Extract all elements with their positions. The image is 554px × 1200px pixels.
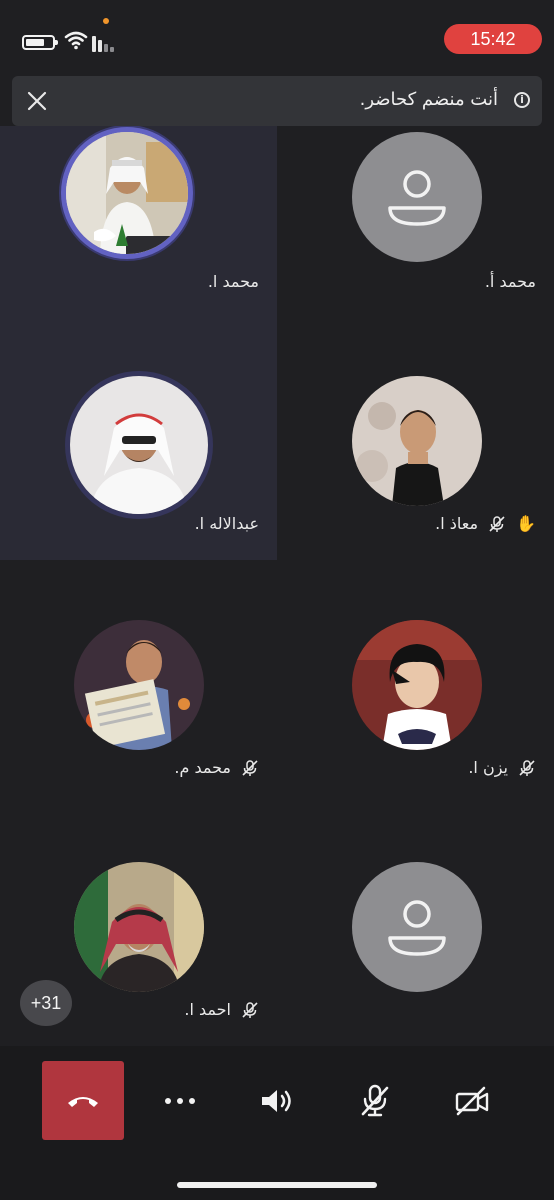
participant-name-row: عبدالاله ا.	[195, 514, 259, 533]
speaker-icon	[262, 1090, 291, 1112]
cellular-signal-icon	[92, 34, 118, 52]
participant-tile[interactable]: يزن ا.	[277, 560, 554, 802]
call-controls-bar	[0, 1046, 554, 1200]
home-indicator[interactable]	[177, 1182, 377, 1188]
privacy-indicator-dot	[103, 18, 109, 24]
avatar	[352, 862, 482, 992]
participant-name-row: محمد ا.	[208, 272, 259, 291]
battery-icon	[22, 35, 58, 50]
participant-name: احمد ا.	[184, 1000, 231, 1019]
avatar	[74, 862, 204, 992]
speaker-button[interactable]	[257, 1084, 297, 1118]
participant-tile[interactable]	[277, 802, 554, 1046]
mic-off-icon	[242, 759, 258, 776]
participant-name-row: محمد أ.	[485, 272, 536, 291]
more-options-button[interactable]	[160, 1084, 200, 1118]
participant-name-row: يزن ا.	[468, 758, 536, 777]
person-icon	[388, 900, 446, 956]
participant-tile[interactable]: عبدالاله ا.	[0, 318, 277, 560]
participant-name: محمد أ.	[484, 272, 536, 291]
participant-name: عبدالاله ا.	[194, 514, 259, 533]
participant-name: محمد م.	[174, 758, 231, 777]
camera-toggle-button[interactable]	[452, 1084, 492, 1118]
mic-off-icon	[489, 515, 505, 532]
hangup-button[interactable]	[42, 1061, 124, 1140]
attendee-banner: أنت منضم كحاضر. i	[12, 76, 542, 126]
participant-name-row: معاذ ا. ✋	[435, 514, 536, 533]
status-time[interactable]: 15:42	[444, 24, 542, 54]
avatar	[352, 132, 482, 262]
hangup-icon	[68, 1096, 98, 1107]
person-icon	[388, 170, 446, 226]
overflow-participants-badge[interactable]: +31	[20, 980, 72, 1026]
participant-tile[interactable]: محمد م.	[0, 560, 277, 802]
mic-off-icon	[242, 1001, 258, 1018]
info-icon: i	[514, 92, 530, 108]
status-bar: 15:42	[0, 0, 554, 72]
banner-text: أنت منضم كحاضر.	[359, 89, 498, 110]
participant-name-row: محمد م.	[174, 758, 259, 777]
mic-off-icon	[361, 1084, 389, 1117]
avatar	[352, 620, 482, 750]
raised-hand-icon: ✋	[516, 514, 536, 533]
avatar	[70, 376, 208, 514]
mic-off-icon	[519, 759, 535, 776]
more-icon	[165, 1098, 195, 1104]
participant-tile[interactable]: معاذ ا. ✋	[277, 318, 554, 560]
avatar	[74, 620, 204, 750]
avatar	[66, 132, 188, 254]
participant-name: معاذ ا.	[435, 514, 479, 533]
wifi-icon	[64, 31, 88, 50]
participant-tile[interactable]: محمد أ.	[277, 126, 554, 318]
participant-name: محمد ا.	[207, 272, 259, 291]
participant-tile[interactable]: محمد ا.	[0, 126, 277, 318]
avatar	[352, 376, 482, 506]
participant-name-row: احمد ا.	[184, 1000, 259, 1019]
camera-off-icon	[455, 1086, 489, 1116]
mic-toggle-button[interactable]	[355, 1084, 395, 1118]
participant-name: يزن ا.	[468, 758, 508, 777]
close-icon[interactable]	[26, 90, 48, 112]
